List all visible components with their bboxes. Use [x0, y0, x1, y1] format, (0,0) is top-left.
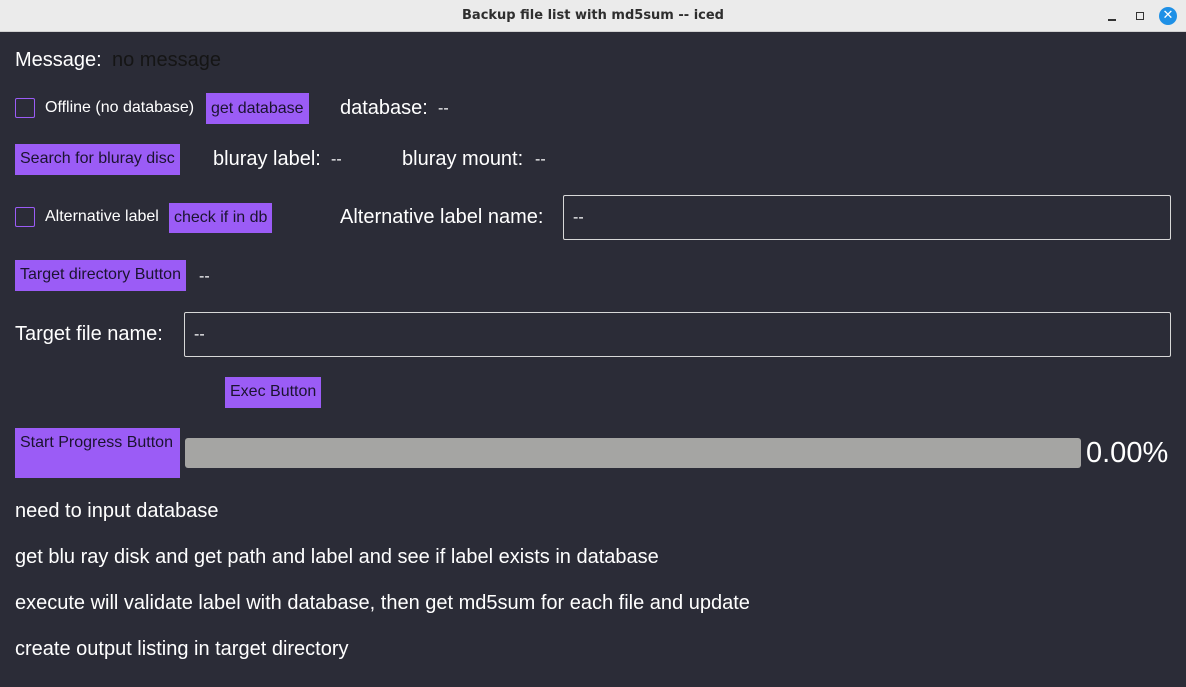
minimize-icon[interactable]	[1104, 8, 1120, 24]
database-value: --	[438, 100, 449, 117]
progress-bar	[185, 438, 1081, 468]
maximize-icon[interactable]	[1132, 8, 1148, 24]
close-icon[interactable]: ✕	[1159, 7, 1177, 25]
window-title: Backup file list with md5sum -- iced	[462, 8, 724, 23]
instruction-text: need to input database	[15, 500, 219, 522]
offline-checkbox[interactable]	[15, 98, 35, 118]
offline-label: Offline (no database)	[45, 99, 195, 116]
progress-percent: 0.00%	[1086, 437, 1169, 469]
bluray-mount-value: --	[535, 151, 546, 168]
message-label: Message:	[15, 49, 102, 71]
database-label: database:	[340, 97, 428, 119]
alternative-label-checkbox[interactable]	[15, 207, 35, 227]
start-progress-button[interactable]: Start Progress Button	[15, 428, 180, 478]
check-in-db-button[interactable]: check if in db	[169, 203, 273, 233]
alternative-label-label: Alternative label	[45, 208, 159, 225]
bluray-label-value: --	[331, 151, 342, 168]
message-value: no message	[112, 49, 221, 71]
bluray-label-label: bluray label:	[213, 148, 321, 170]
target-directory-button[interactable]: Target directory Button	[15, 260, 186, 291]
get-database-button[interactable]: get database	[206, 93, 309, 124]
instruction-text: execute will validate label with databas…	[15, 592, 750, 614]
target-file-name-label: Target file name:	[15, 323, 163, 345]
search-bluray-button[interactable]: Search for bluray disc	[15, 144, 180, 175]
alternative-label-name-input[interactable]	[563, 195, 1171, 240]
exec-button[interactable]: Exec Button	[225, 377, 322, 408]
instruction-text: get blu ray disk and get path and label …	[15, 546, 659, 568]
bluray-mount-label: bluray mount:	[402, 148, 524, 170]
alternative-label-name-label: Alternative label name:	[340, 206, 544, 228]
target-file-name-input[interactable]	[184, 312, 1171, 357]
instruction-text: create output listing in target director…	[15, 638, 349, 660]
target-directory-value: --	[199, 268, 210, 285]
window-titlebar: Backup file list with md5sum -- iced ✕	[0, 0, 1186, 32]
